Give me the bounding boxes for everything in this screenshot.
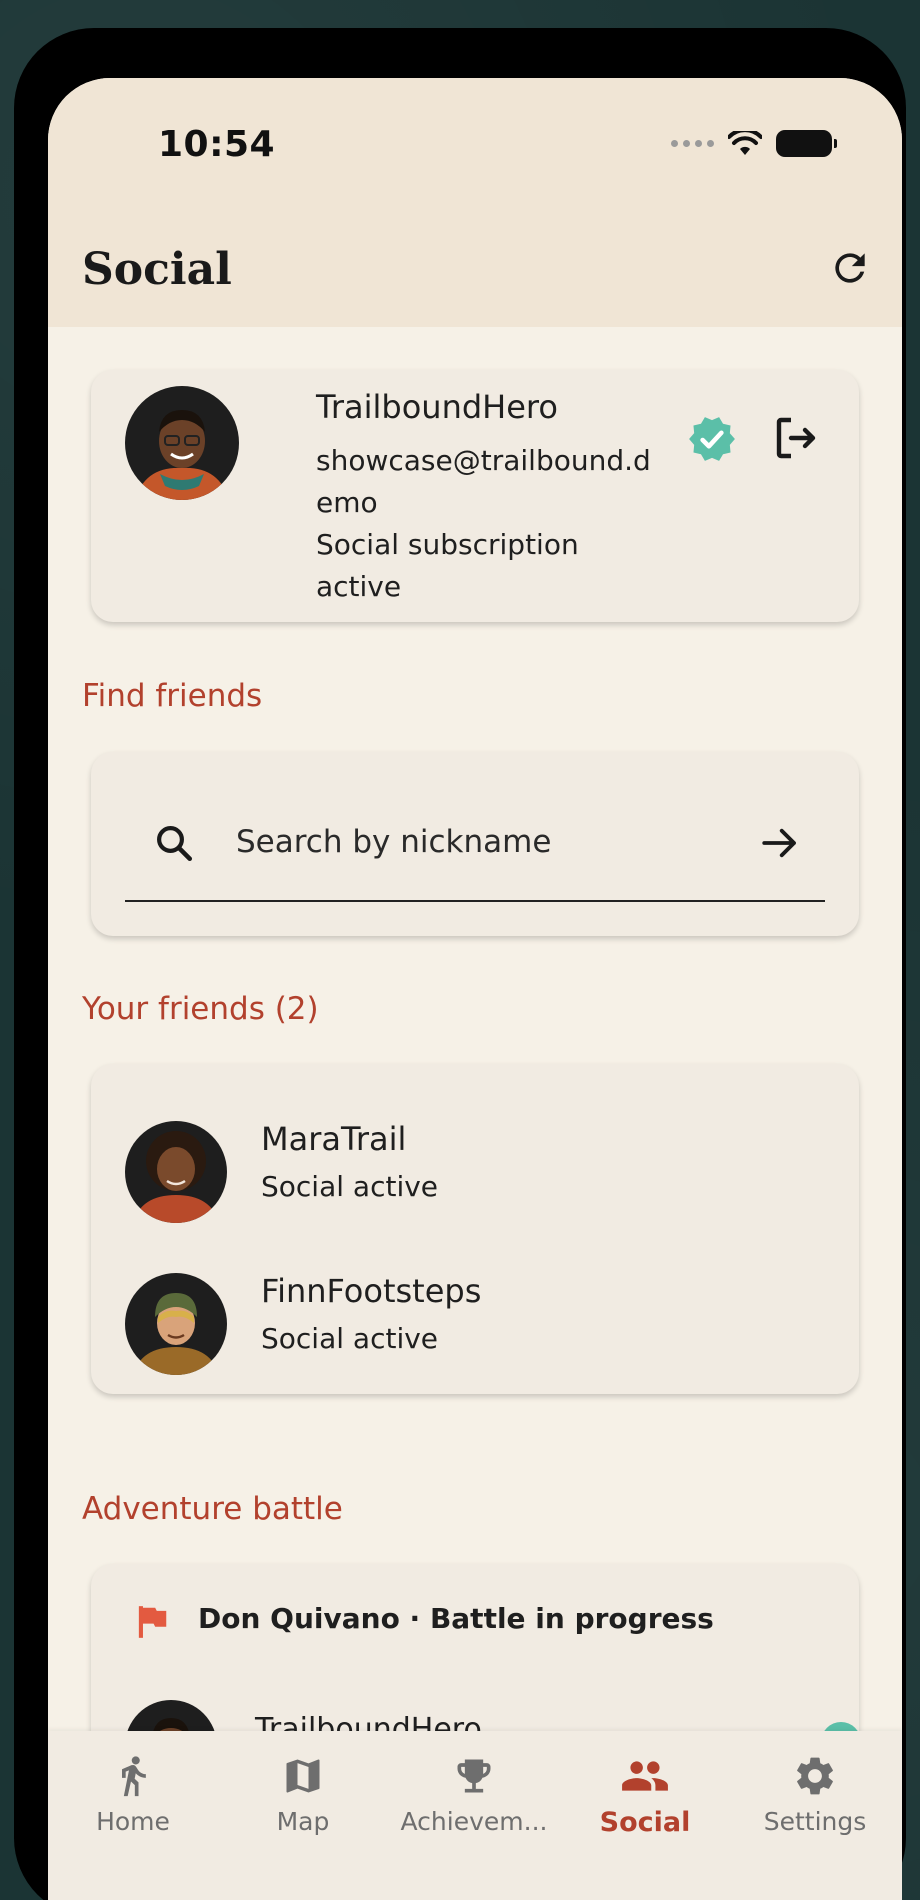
friend-name: FinnFootsteps: [261, 1272, 482, 1310]
profile-email: showcase@trailbound.demo: [316, 444, 651, 519]
profile-card: TrailboundHero showcase@trailbound.demo …: [91, 370, 859, 622]
refresh-icon[interactable]: [828, 246, 872, 290]
battery-icon: [776, 130, 837, 157]
friend-avatar: [125, 1121, 227, 1223]
friends-card: MaraTrail Social active FinnFootsteps So…: [91, 1064, 859, 1394]
search-input[interactable]: [236, 816, 636, 868]
nav-map[interactable]: Map: [223, 1751, 383, 1836]
walking-icon: [122, 1756, 146, 1797]
gear-icon: [797, 1757, 833, 1795]
verified-badge-icon: [689, 417, 735, 461]
nav-achievements[interactable]: Achievem...: [394, 1751, 554, 1836]
friend-avatar: [125, 1273, 227, 1375]
app-screen: 10:54 Social TrailboundHero showcase@tra…: [48, 78, 902, 1900]
nav-label: Map: [276, 1807, 330, 1836]
friend-item[interactable]: FinnFootsteps Social active: [91, 1256, 859, 1376]
people-icon: [622, 1761, 668, 1791]
friend-name: MaraTrail: [261, 1120, 407, 1158]
friends-title: Your friends (2): [82, 991, 319, 1027]
nav-social[interactable]: Social: [565, 1751, 725, 1838]
flag-icon: [138, 1606, 167, 1638]
logout-icon[interactable]: [771, 414, 819, 462]
search-card: [91, 752, 859, 936]
nav-settings[interactable]: Settings: [735, 1751, 895, 1836]
profile-name: TrailboundHero: [316, 388, 558, 426]
profile-avatar: [125, 386, 239, 500]
friend-item[interactable]: MaraTrail Social active: [91, 1104, 859, 1224]
map-icon: [286, 1759, 320, 1793]
trophy-icon: [457, 1759, 491, 1793]
search-underline: [125, 900, 825, 902]
bottom-navigation: Home Map Achievem... Social Settings: [48, 1731, 902, 1900]
nav-home[interactable]: Home: [53, 1751, 213, 1836]
nav-label: Settings: [763, 1807, 867, 1836]
nav-label: Achievem...: [400, 1807, 548, 1836]
status-icons: [671, 130, 837, 157]
search-icon: [157, 826, 193, 862]
battle-title: Don Quivano · Battle in progress: [198, 1602, 714, 1635]
friend-status: Social active: [261, 1322, 439, 1355]
nav-label: Home: [96, 1807, 170, 1836]
friend-status: Social active: [261, 1170, 439, 1203]
find-friends-title: Find friends: [82, 678, 263, 714]
wifi-icon: [728, 130, 762, 155]
status-time: 10:54: [158, 124, 276, 165]
app-header: 10:54 Social: [48, 78, 902, 327]
page-title: Social: [82, 244, 232, 295]
phone-frame: 10:54 Social TrailboundHero showcase@tra…: [14, 28, 906, 1900]
nav-label: Social: [599, 1807, 691, 1838]
search-submit-icon[interactable]: [759, 822, 801, 864]
signal-icon: [671, 140, 714, 147]
subscription-status: Social subscription active: [316, 528, 579, 603]
battle-section-title: Adventure battle: [82, 1491, 343, 1527]
